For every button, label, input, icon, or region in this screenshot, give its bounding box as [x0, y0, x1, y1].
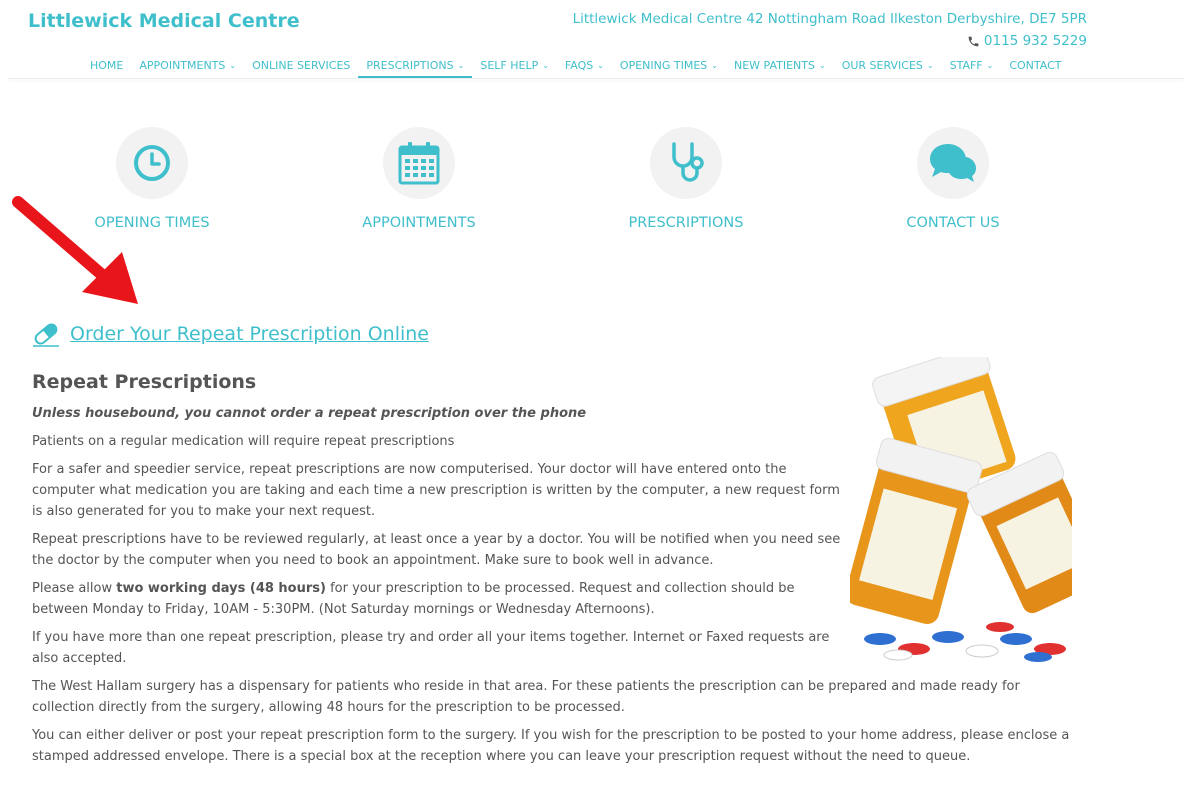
nav-label: OPENING TIMES	[619, 59, 708, 72]
nav-label: SELF HELP	[480, 59, 539, 72]
icon-circle	[650, 127, 722, 199]
quick-link-label: CONTACT US	[906, 215, 1000, 231]
nav-self-help[interactable]: SELF HELP ⌄	[472, 58, 557, 78]
practice-phone[interactable]: 0115 932 5229	[967, 33, 1087, 49]
nav-label: PRESCRIPTIONS	[366, 59, 454, 72]
nav-home[interactable]: HOME	[90, 58, 131, 78]
order-prescription-link[interactable]: Order Your Repeat Prescription Online	[32, 321, 429, 347]
phone-number: 0115 932 5229	[983, 33, 1087, 49]
icon-circle	[383, 127, 455, 199]
nav-new-patients[interactable]: NEW PATIENTS ⌄	[726, 58, 834, 78]
nav-faqs[interactable]: FAQS ⌄	[557, 58, 612, 78]
calendar-icon	[398, 142, 440, 185]
quick-link-prescriptions[interactable]: PRESCRIPTIONS	[586, 127, 786, 231]
stethoscope-icon	[672, 142, 704, 182]
quick-link-appointments[interactable]: APPOINTMENTS	[319, 127, 519, 231]
nav-label: HOME	[90, 59, 124, 72]
nav-prescriptions[interactable]: PRESCRIPTIONS ⌄	[358, 58, 473, 78]
site-title[interactable]: Littlewick Medical Centre	[28, 10, 300, 32]
chevron-down-icon: ⌄	[229, 61, 237, 70]
nav-label: APPOINTMENTS	[139, 59, 226, 72]
nav-online-services[interactable]: ONLINE SERVICES	[244, 58, 358, 78]
order-link-text: Order Your Repeat Prescription Online	[70, 323, 429, 345]
chevron-down-icon: ⌄	[597, 61, 604, 70]
practice-address: Littlewick Medical Centre 42 Nottingham …	[572, 11, 1087, 27]
chat-bubbles-icon	[930, 144, 976, 182]
quick-link-contact-us[interactable]: CONTACT US	[853, 127, 1053, 231]
nav-appointments[interactable]: APPOINTMENTS ⌄	[131, 58, 244, 78]
clock-icon	[134, 145, 170, 181]
chevron-down-icon: ⌄	[711, 61, 718, 70]
pill-icon	[33, 323, 59, 347]
nav-opening-times[interactable]: OPENING TIMES ⌄	[612, 58, 726, 78]
chevron-down-icon: ⌄	[457, 61, 465, 70]
nav-label: OUR SERVICES	[841, 59, 923, 72]
phone-icon	[967, 35, 980, 48]
paragraph-text: Please allow	[32, 581, 117, 596]
nav-label: STAFF	[949, 59, 983, 72]
nav-label: ONLINE SERVICES	[252, 59, 351, 72]
paragraph: You can either deliver or post your repe…	[32, 728, 1070, 764]
header-divider	[8, 78, 1184, 79]
chevron-down-icon: ⌄	[818, 61, 826, 70]
pill-bottles-image	[850, 357, 1072, 662]
prescriptions-content: Repeat Prescriptions Unless housebound, …	[32, 357, 1072, 774]
red-arrow-icon	[12, 196, 138, 304]
quick-link-label: PRESCRIPTIONS	[628, 215, 744, 231]
main-nav: HOME APPOINTMENTS ⌄ ONLINE SERVICES PRESC…	[90, 58, 1070, 78]
icon-circle	[917, 127, 989, 199]
nav-label: FAQS	[564, 59, 594, 72]
icon-circle	[116, 127, 188, 199]
bold-text: two working days (48 hours)	[116, 581, 326, 596]
chevron-down-icon: ⌄	[926, 61, 934, 70]
nav-staff[interactable]: STAFF ⌄	[942, 58, 1002, 78]
chevron-down-icon: ⌄	[542, 61, 549, 70]
chevron-down-icon: ⌄	[986, 61, 994, 70]
nav-contact[interactable]: CONTACT	[1001, 58, 1069, 78]
nav-our-services[interactable]: OUR SERVICES ⌄	[834, 58, 942, 78]
nav-label: CONTACT	[1009, 59, 1062, 72]
quick-link-label: APPOINTMENTS	[362, 215, 476, 231]
paragraph: The West Hallam surgery has a dispensary…	[32, 679, 1020, 715]
nav-label: NEW PATIENTS	[733, 59, 815, 72]
